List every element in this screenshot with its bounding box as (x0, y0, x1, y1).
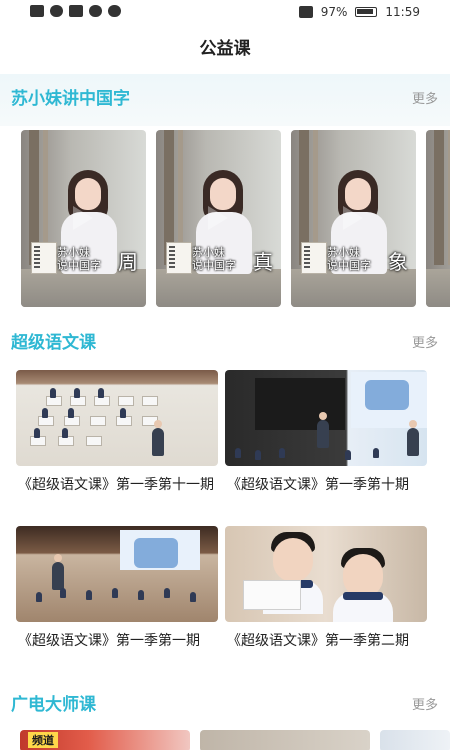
play-icon (208, 206, 228, 230)
presenter-head (409, 420, 417, 428)
student (164, 588, 170, 598)
mute-icon (298, 6, 313, 18)
student (120, 408, 126, 418)
child-face (273, 538, 313, 582)
student (373, 448, 379, 458)
master-class-thumbnail[interactable]: 频道 (20, 730, 190, 750)
video-character: 真 (253, 250, 273, 274)
play-icon (73, 206, 93, 230)
battery-percent: 97% (320, 5, 348, 19)
battery-icon (355, 7, 378, 17)
lesson-title[interactable]: 《超级语文课》第一季第十期 (227, 474, 427, 496)
master-class-thumbnail[interactable] (200, 730, 370, 750)
video-card-partial[interactable] (426, 130, 450, 307)
section-title: 苏小妹讲中国字 (11, 89, 130, 109)
student (138, 590, 144, 600)
desk (86, 436, 102, 446)
background-panel (434, 130, 444, 265)
wifi-icon (50, 5, 63, 17)
book-icon (166, 242, 192, 274)
paper (243, 580, 301, 610)
student (255, 450, 261, 460)
video-card[interactable]: 苏小妹 说中国字 真 (156, 130, 281, 307)
status-bar: 97% 11:59 (0, 0, 450, 26)
master-class-carousel[interactable]: 频道 (0, 726, 450, 750)
wechat-icon (89, 5, 102, 17)
book-icon (301, 242, 327, 274)
status-icons-right: 97% 11:59 (298, 5, 420, 19)
clock: 11:59 (385, 5, 420, 19)
channel-tag: 频道 (28, 732, 58, 748)
presenter (407, 428, 419, 456)
student (98, 388, 104, 398)
student (279, 448, 285, 458)
section-title: 广电大师课 (11, 695, 96, 715)
section-header-master-class: 广电大师课 更多 (0, 680, 450, 724)
student (42, 408, 48, 418)
desk (118, 396, 134, 406)
video-character: 周 (118, 250, 138, 274)
blackboard (255, 378, 345, 430)
master-class-thumbnail[interactable] (380, 730, 450, 750)
student (68, 408, 74, 418)
student (74, 388, 80, 398)
lesson-title[interactable]: 《超级语文课》第一季第二期 (227, 630, 427, 652)
student (345, 450, 351, 460)
video-caption-line2: 说中国字 (327, 259, 371, 272)
lesson-thumbnail[interactable] (16, 526, 218, 622)
teacher (317, 420, 329, 448)
notification-icon (30, 5, 44, 17)
projector-screen (120, 530, 200, 570)
status-icons-left (30, 5, 121, 17)
sync-icon (108, 5, 121, 17)
student (112, 588, 118, 598)
play-icon (343, 206, 363, 230)
desk (142, 396, 158, 406)
video-card[interactable]: 苏小妹 说中国字 周 (21, 130, 146, 307)
section-header-super-chinese: 超级语文课 更多 (0, 318, 450, 362)
lesson-thumbnail[interactable] (225, 526, 427, 622)
section-header-su-xiaomei: 苏小妹讲中国字 更多 (0, 74, 450, 118)
projector-screen (351, 372, 427, 428)
video-caption-line2: 说中国字 (57, 259, 101, 272)
teacher-head (319, 412, 327, 420)
teacher (52, 562, 64, 590)
book-icon (31, 242, 57, 274)
background-floor (426, 269, 450, 307)
student (50, 388, 56, 398)
lesson-thumbnail[interactable] (16, 370, 218, 466)
student (36, 592, 42, 602)
student (235, 448, 241, 458)
student (60, 588, 66, 598)
section-title: 超级语文课 (11, 333, 96, 353)
student (62, 428, 68, 438)
video-card[interactable]: 苏小妹 说中国字 象 (291, 130, 416, 307)
lesson-title[interactable]: 《超级语文课》第一季第十一期 (18, 474, 218, 496)
more-link[interactable]: 更多 (412, 88, 438, 107)
app-badge-icon (69, 5, 83, 17)
more-link[interactable]: 更多 (412, 694, 438, 713)
student (190, 592, 196, 602)
video-caption-line2: 说中国字 (192, 259, 236, 272)
student (86, 590, 92, 600)
teacher-head (54, 554, 62, 562)
lesson-thumbnail[interactable] (225, 370, 427, 466)
teacher-head (154, 420, 162, 428)
desk (90, 416, 106, 426)
video-carousel[interactable]: 苏小妹 说中国字 周 苏小妹 说中国字 真 苏小妹 说中国字 象 (0, 128, 450, 310)
page-title: 公益课 (199, 39, 251, 59)
more-link[interactable]: 更多 (412, 332, 438, 351)
student (34, 428, 40, 438)
child-collar (343, 592, 383, 600)
lesson-title[interactable]: 《超级语文课》第一季第一期 (18, 630, 218, 652)
video-character: 象 (388, 250, 408, 274)
teacher (152, 428, 164, 456)
